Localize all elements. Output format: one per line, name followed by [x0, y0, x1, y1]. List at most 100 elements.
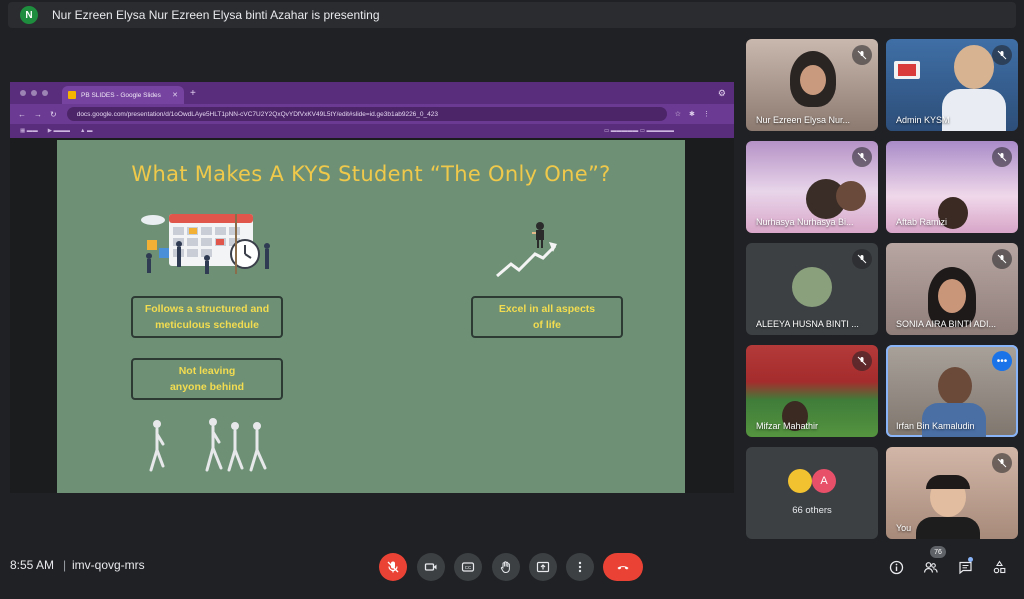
menu-dots-icon: ⋮ — [702, 111, 710, 118]
calendar-people-illustration — [141, 214, 270, 274]
window-controls — [20, 90, 48, 96]
meeting-code: imv-qovg-mrs — [72, 558, 145, 572]
more-options-button[interactable] — [566, 553, 594, 581]
browser-tab: PB SLIDES - Google Slides ✕ — [62, 86, 184, 104]
slide-title: What Makes A KYS Student “The Only One”? — [131, 162, 611, 186]
participant-tile-speaking[interactable]: ••• Irfan Bin Kamaludin — [886, 345, 1018, 437]
excel-line-1: Excel in all aspects — [498, 303, 596, 315]
presenter-avatar: N — [20, 6, 38, 24]
browser-tab-title: PB SLIDES - Google Slides — [81, 91, 161, 99]
schedule-box: Follows a structured and meticulous sched… — [131, 296, 283, 338]
presenting-banner: N Nur Ezreen Elysa Nur Ezreen Elysa bint… — [8, 2, 1016, 28]
chat-notification-dot — [968, 557, 973, 562]
walking-figures-illustration — [149, 418, 267, 472]
participant-tile[interactable]: ALEEYA HUSNA BINTI ... — [746, 243, 878, 335]
mic-off-icon — [852, 351, 872, 371]
bookmark-apps-icon: ▦ ▬▬ — [20, 128, 38, 134]
not-leaving-line-2: anyone behind — [169, 381, 245, 393]
back-icon: ← — [18, 109, 26, 119]
others-avatar-letter: A — [812, 469, 836, 493]
not-leaving-line-1: Not leaving — [178, 365, 236, 377]
mic-off-icon — [387, 561, 399, 573]
participant-name: Irfan Bin Kamaludin — [896, 421, 975, 431]
slide: What Makes A KYS Student “The Only One”? — [57, 140, 685, 493]
camera-icon — [424, 563, 437, 571]
more-vert-icon — [578, 561, 582, 573]
close-tab-icon: ✕ — [172, 92, 178, 99]
bookmarks-bar: ▦ ▬▬ ▶ ▬▬▬ ▲ ▬ ▭ ▬▬▬▬▬ ▭ ▬▬▬▬▬ — [10, 124, 734, 138]
others-count: 66 others — [792, 505, 832, 516]
participant-face — [954, 45, 994, 89]
captions-icon: CC — [461, 562, 475, 572]
info-icon — [889, 560, 903, 574]
people-icon — [923, 561, 938, 573]
mic-off-icon — [852, 249, 872, 269]
minimize-window-dot — [31, 90, 37, 96]
shared-browser-chrome: PB SLIDES - Google Slides ✕ + ⚙ ← → ↻ do… — [10, 82, 734, 138]
others-avatar-image — [788, 469, 812, 493]
settings-icon: ⚙ — [717, 87, 726, 98]
bookmark-drive-icon: ▲ ▬ — [80, 128, 93, 134]
excel-box: Excel in all aspects of life — [471, 296, 623, 338]
bookmark-star-icon: ☆ — [674, 111, 681, 118]
profile-circle-image — [836, 181, 866, 211]
mic-off-icon — [852, 45, 872, 65]
close-window-dot — [20, 90, 26, 96]
participant-name: ALEEYA HUSNA BINTI ... — [756, 319, 859, 329]
svg-text:CC: CC — [465, 565, 472, 570]
growth-arrow-illustration — [496, 222, 557, 278]
browser-actions: ☆ ✱ ⋮ — [675, 110, 710, 118]
excel-line-2: of life — [533, 319, 561, 331]
mic-off-icon — [852, 147, 872, 167]
hang-up-icon — [617, 566, 629, 570]
meeting-time: 8:55 AM — [10, 558, 55, 572]
people-button[interactable] — [919, 556, 941, 578]
participant-shirt — [922, 403, 986, 437]
mic-off-icon — [992, 45, 1012, 65]
participant-name: Mifzar Mahathir — [756, 421, 819, 431]
extension-icon: ✱ — [688, 111, 695, 118]
address-bar: docs.google.com/presentation/d/1oOwdLAye… — [66, 107, 667, 121]
raise-hand-button[interactable] — [492, 553, 520, 581]
participant-name: SONIA AIRA BINTI ADI... — [896, 319, 997, 329]
participant-shirt — [942, 89, 1006, 131]
not-leaving-box: Not leaving anyone behind — [131, 358, 283, 400]
activities-button[interactable] — [988, 556, 1010, 578]
meet-window: N Nur Ezreen Elysa Nur Ezreen Elysa bint… — [0, 0, 1024, 599]
mic-off-icon — [992, 147, 1012, 167]
meeting-details-button[interactable] — [885, 556, 907, 578]
participant-name: Nur Ezreen Elysa Nur... — [756, 115, 851, 125]
participant-tile[interactable]: Nurhasya Nurhasya Bi... — [746, 141, 878, 233]
participant-name: You — [896, 523, 912, 533]
browser-tab-strip: PB SLIDES - Google Slides ✕ + ⚙ — [10, 82, 734, 104]
participant-tile[interactable]: Admin KYSM — [886, 39, 1018, 131]
participant-tile[interactable]: Nur Ezreen Elysa Nur... — [746, 39, 878, 131]
browser-address-row: ← → ↻ docs.google.com/presentation/d/1oO… — [10, 104, 734, 124]
participant-tile[interactable]: Mifzar Mahathir — [746, 345, 878, 437]
self-tile[interactable]: You — [886, 447, 1018, 539]
others-tile[interactable]: A 66 others — [746, 447, 878, 539]
meeting-separator: | — [63, 558, 67, 572]
present-screen-icon — [536, 561, 550, 573]
participant-avatar — [792, 267, 832, 307]
present-button[interactable] — [529, 553, 557, 581]
presentation-stage: PB SLIDES - Google Slides ✕ + ⚙ ← → ↻ do… — [10, 82, 734, 493]
captions-button[interactable]: CC — [454, 553, 482, 581]
camera-toggle-button[interactable] — [417, 553, 445, 581]
more-options-icon[interactable]: ••• — [992, 351, 1012, 371]
mic-toggle-button[interactable] — [379, 553, 407, 581]
participant-tile[interactable]: Aftab Ramizi — [886, 141, 1018, 233]
schedule-line-2: meticulous schedule — [155, 319, 259, 331]
presenting-text: Nur Ezreen Elysa Nur Ezreen Elysa binti … — [52, 8, 380, 22]
bookmark-folders: ▭ ▬▬▬▬▬ ▭ ▬▬▬▬▬ — [604, 128, 674, 134]
reload-icon: ↻ — [50, 109, 57, 119]
forward-icon: → — [34, 109, 42, 119]
participant-hair — [926, 475, 970, 489]
participant-shirt — [916, 517, 980, 539]
leave-call-button[interactable] — [603, 553, 643, 581]
participant-tile[interactable]: SONIA AIRA BINTI ADI... — [886, 243, 1018, 335]
participant-name: Admin KYSM — [896, 115, 950, 125]
logo-mark — [898, 64, 916, 76]
maximize-window-dot — [42, 90, 48, 96]
hand-icon — [500, 561, 510, 573]
